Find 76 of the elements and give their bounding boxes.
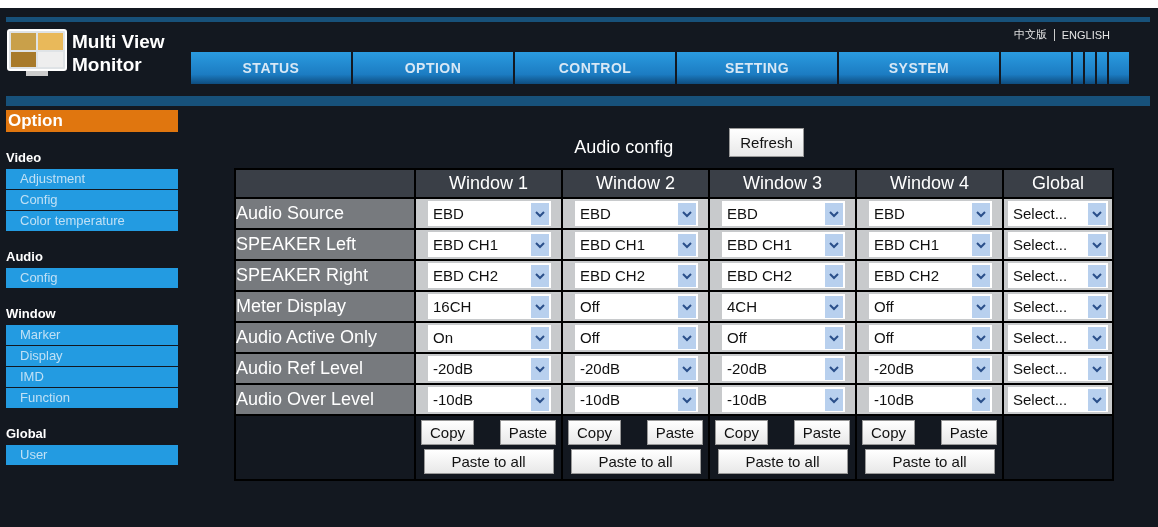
dropdown[interactable]: Select... bbox=[1008, 263, 1108, 288]
dropdown[interactable]: Select... bbox=[1008, 356, 1108, 381]
dropdown[interactable]: EBD bbox=[869, 201, 992, 226]
dropdown[interactable]: On bbox=[428, 325, 551, 350]
refresh-button[interactable]: Refresh bbox=[729, 127, 804, 157]
paste-to-all-button[interactable]: Paste to all bbox=[864, 449, 995, 474]
row-label: Meter Display bbox=[236, 292, 414, 321]
dropdown[interactable]: -20dB bbox=[575, 356, 698, 381]
sidebar-section-title: Global bbox=[6, 426, 48, 441]
dropdown[interactable]: EBD bbox=[722, 201, 845, 226]
column-header: Global bbox=[1004, 170, 1112, 197]
page-title: Audio config bbox=[574, 136, 674, 158]
column-header: Window 4 bbox=[857, 170, 1002, 197]
nav-tab-blank bbox=[1001, 52, 1071, 84]
column-header: Window 3 bbox=[710, 170, 855, 197]
row-label: Audio Over Level bbox=[236, 385, 414, 414]
paste-button[interactable]: Paste bbox=[793, 420, 850, 445]
nav-tab-blank bbox=[1109, 52, 1129, 84]
dropdown[interactable]: Off bbox=[869, 294, 992, 319]
dropdown[interactable]: Select... bbox=[1008, 232, 1108, 257]
logo-title: Multi View bbox=[72, 30, 165, 53]
dropdown[interactable]: Off bbox=[575, 325, 698, 350]
paste-to-all-button[interactable]: Paste to all bbox=[423, 449, 554, 474]
row-label: Audio Active Only bbox=[236, 323, 414, 352]
nav-tab-blank bbox=[1097, 52, 1107, 84]
language-link[interactable]: 中文版 bbox=[1013, 27, 1047, 42]
dropdown[interactable]: -10dB bbox=[428, 387, 551, 412]
copy-button[interactable]: Copy bbox=[568, 420, 622, 445]
dropdown[interactable]: EBD CH2 bbox=[722, 263, 845, 288]
nav-tab-blank bbox=[1073, 52, 1083, 84]
paste-button[interactable]: Paste bbox=[646, 420, 703, 445]
copy-button[interactable]: Copy bbox=[862, 420, 916, 445]
nav-tab-blank bbox=[1085, 52, 1095, 84]
sidebar-title: Option bbox=[6, 110, 178, 132]
dropdown[interactable]: Off bbox=[869, 325, 992, 350]
dropdown[interactable]: -10dB bbox=[575, 387, 698, 412]
paste-to-all-button[interactable]: Paste to all bbox=[570, 449, 701, 474]
row-label: SPEAKER Left bbox=[236, 230, 414, 259]
dropdown[interactable]: EBD bbox=[428, 201, 551, 226]
dropdown[interactable]: -10dB bbox=[869, 387, 992, 412]
sidebar-section-title: Audio bbox=[6, 249, 44, 264]
language-link[interactable]: ENGLISH bbox=[1061, 28, 1110, 41]
monitor-logo-icon bbox=[6, 27, 68, 79]
sidebar-section-title: Video bbox=[6, 150, 43, 165]
dropdown[interactable]: EBD CH2 bbox=[575, 263, 698, 288]
dropdown[interactable]: EBD CH1 bbox=[428, 232, 551, 257]
dropdown[interactable]: -20dB bbox=[869, 356, 992, 381]
row-label: Audio Source bbox=[236, 199, 414, 228]
dropdown[interactable]: EBD CH1 bbox=[575, 232, 698, 257]
dropdown[interactable]: 16CH bbox=[428, 294, 551, 319]
paste-button[interactable]: Paste bbox=[499, 420, 556, 445]
dropdown[interactable]: EBD CH1 bbox=[722, 232, 845, 257]
dropdown[interactable]: EBD CH2 bbox=[428, 263, 551, 288]
dropdown[interactable]: EBD CH1 bbox=[869, 232, 992, 257]
paste-to-all-button[interactable]: Paste to all bbox=[717, 449, 848, 474]
copy-button[interactable]: Copy bbox=[421, 420, 475, 445]
dropdown[interactable]: EBD bbox=[575, 201, 698, 226]
row-label: SPEAKER Right bbox=[236, 261, 414, 290]
column-header: Window 1 bbox=[416, 170, 561, 197]
dropdown[interactable]: Select... bbox=[1008, 325, 1108, 350]
dropdown[interactable]: Select... bbox=[1008, 294, 1108, 319]
dropdown[interactable]: -20dB bbox=[722, 356, 845, 381]
column-header: Window 2 bbox=[563, 170, 708, 197]
dropdown[interactable]: Off bbox=[575, 294, 698, 319]
dropdown[interactable]: -10dB bbox=[722, 387, 845, 412]
logo-title: Monitor bbox=[72, 53, 143, 76]
dropdown[interactable]: Off bbox=[722, 325, 845, 350]
dropdown[interactable]: Select... bbox=[1008, 201, 1108, 226]
dropdown[interactable]: 4CH bbox=[722, 294, 845, 319]
row-label: Audio Ref Level bbox=[236, 354, 414, 383]
dropdown[interactable]: Select... bbox=[1008, 387, 1108, 412]
paste-button[interactable]: Paste bbox=[940, 420, 997, 445]
dropdown[interactable]: EBD CH2 bbox=[869, 263, 992, 288]
copy-button[interactable]: Copy bbox=[715, 420, 769, 445]
sidebar-section-title: Window bbox=[6, 306, 57, 321]
dropdown[interactable]: -20dB bbox=[428, 356, 551, 381]
